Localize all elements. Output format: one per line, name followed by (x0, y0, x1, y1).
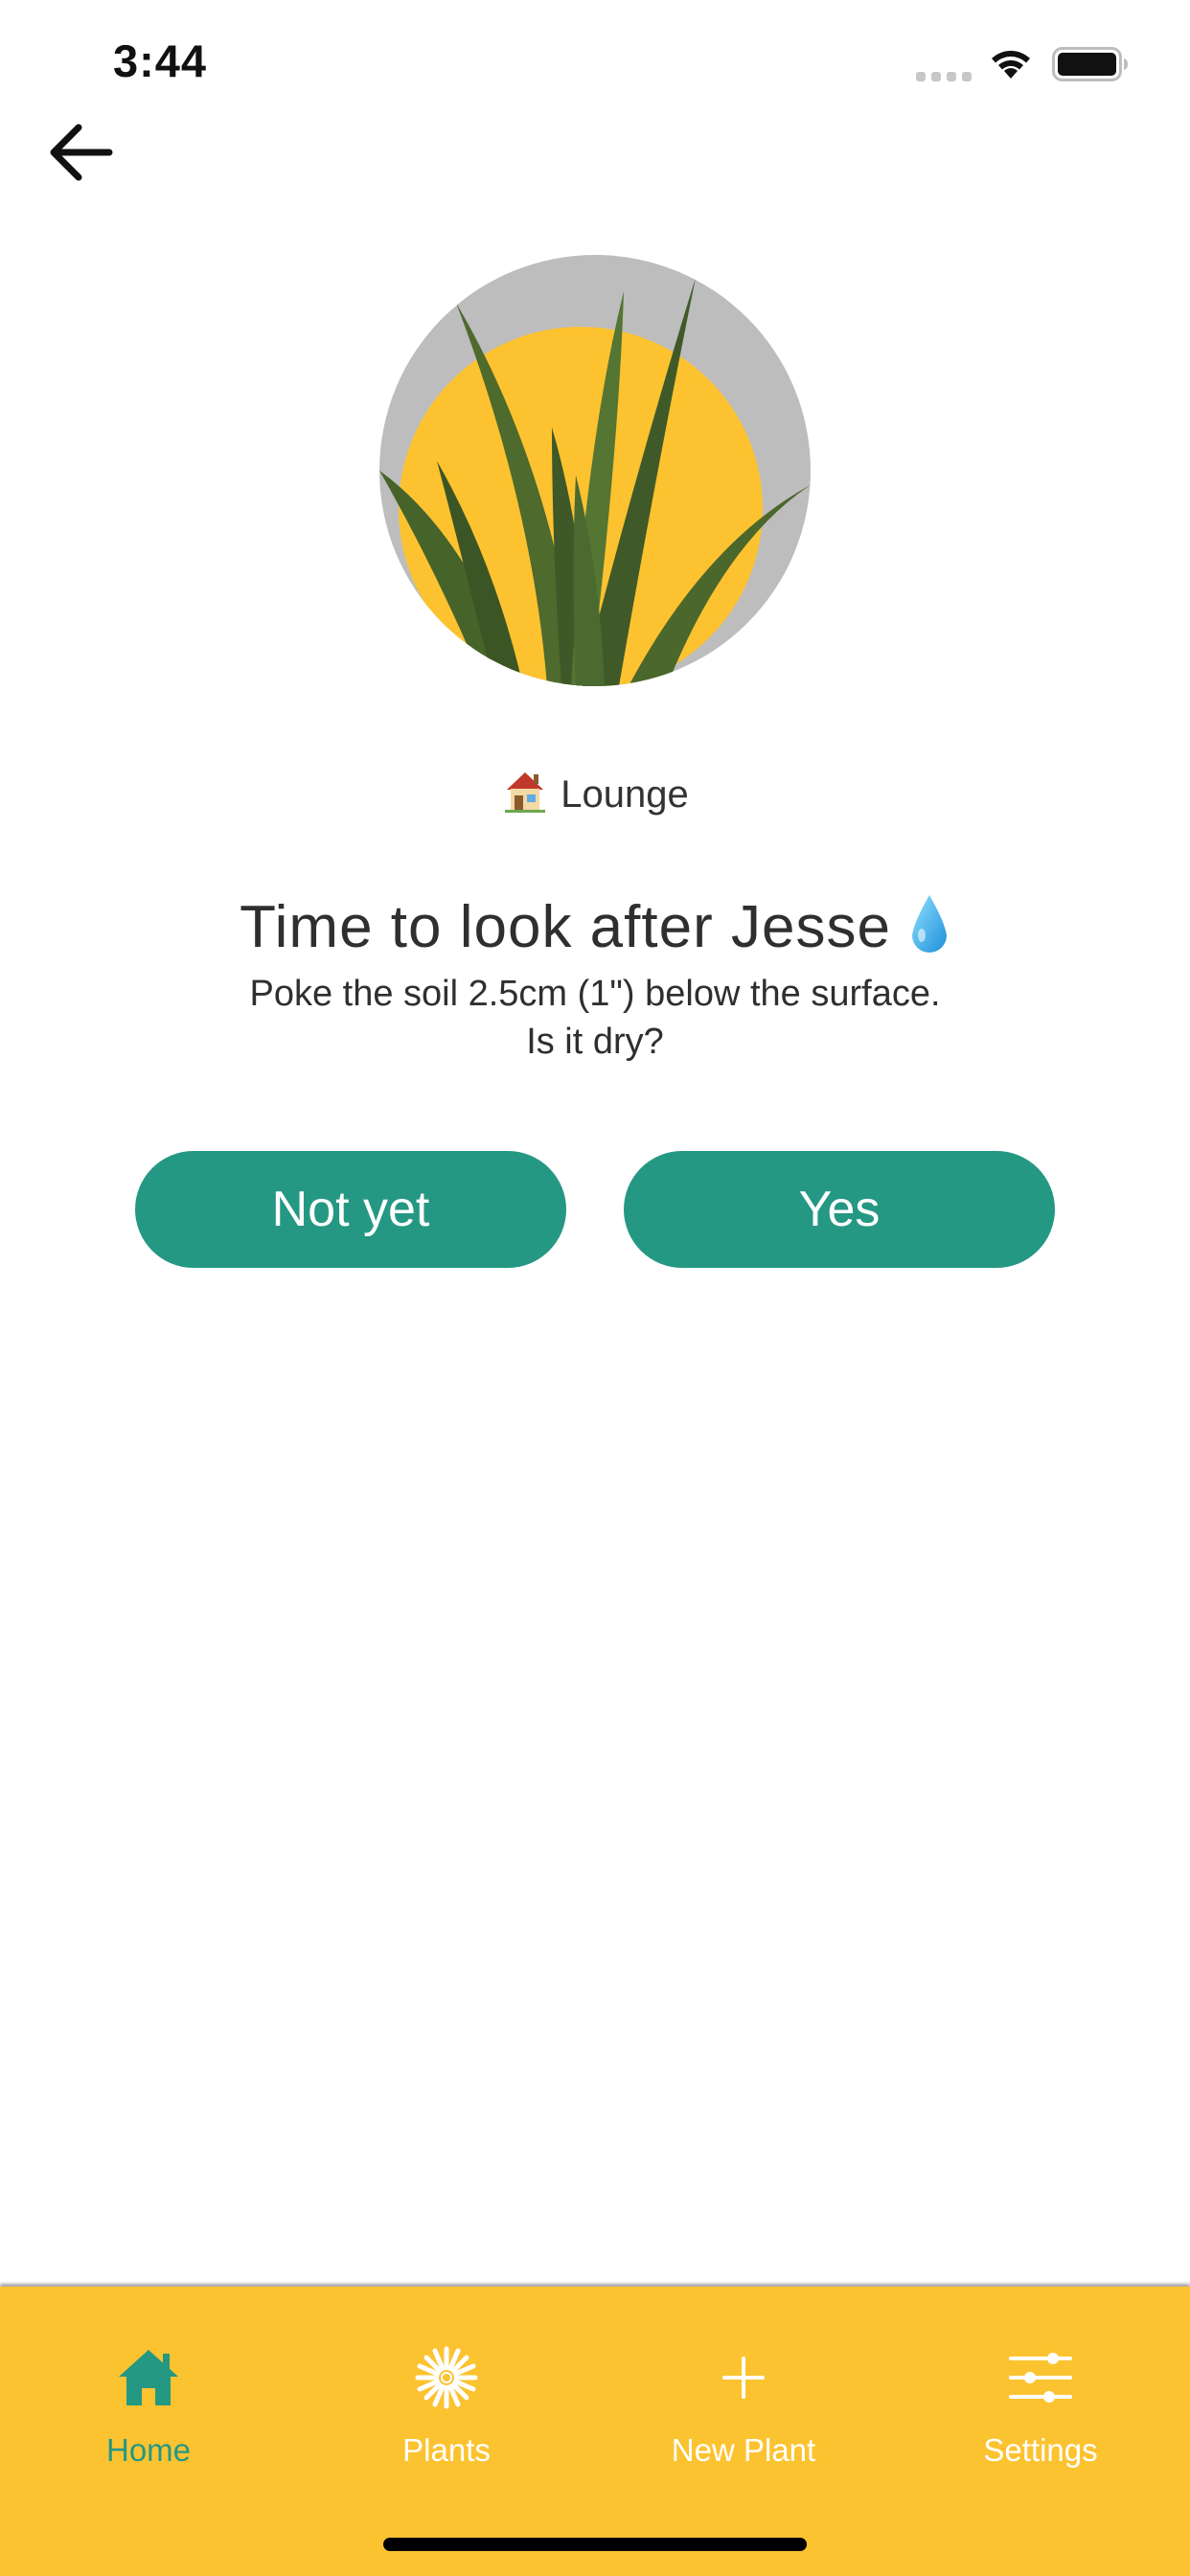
cellular-signal-icon (916, 72, 972, 81)
flower-icon (415, 2346, 478, 2409)
plant-image (379, 255, 811, 686)
tab-settings[interactable]: Settings (892, 2287, 1189, 2478)
tab-plants[interactable]: Plants (298, 2287, 595, 2478)
arrow-left-icon (50, 124, 113, 181)
tab-new-plant[interactable]: New Plant (595, 2287, 892, 2478)
care-instructions: Poke the soil 2.5cm (1") below the surfa… (0, 970, 1190, 1066)
home-icon (119, 2350, 178, 2405)
care-title: Time to look after Jesse (0, 893, 1190, 961)
status-bar: 3:44 (0, 0, 1190, 125)
instruction-line-2: Is it dry? (526, 1022, 664, 1062)
battery-icon (1052, 47, 1128, 81)
care-title-text: Time to look after Jesse (240, 894, 891, 960)
plant-location: Lounge (0, 767, 1190, 816)
not-yet-button[interactable]: Not yet (135, 1151, 566, 1268)
home-indicator (383, 2538, 807, 2551)
yes-button[interactable]: Yes (624, 1151, 1055, 1268)
tab-home-label: Home (105, 2432, 192, 2468)
status-time: 3:44 (113, 35, 208, 86)
tab-plants-label: Plants (402, 2432, 491, 2468)
water-drop-icon (911, 895, 947, 953)
tab-home[interactable]: Home (0, 2287, 297, 2478)
back-button[interactable] (44, 119, 117, 186)
house-emoji-icon (505, 772, 546, 813)
tab-new-plant-label: New Plant (671, 2432, 816, 2468)
tab-bar: Home Plants New Plant Settings (0, 2287, 1190, 2576)
plant-illustration (379, 255, 811, 686)
sliders-icon (1009, 2353, 1072, 2403)
wifi-icon (992, 51, 1030, 79)
instruction-line-1: Poke the soil 2.5cm (1") below the surfa… (249, 974, 941, 1014)
location-label: Lounge (561, 773, 689, 816)
plus-icon (722, 2357, 765, 2399)
tab-settings-label: Settings (983, 2432, 1098, 2468)
